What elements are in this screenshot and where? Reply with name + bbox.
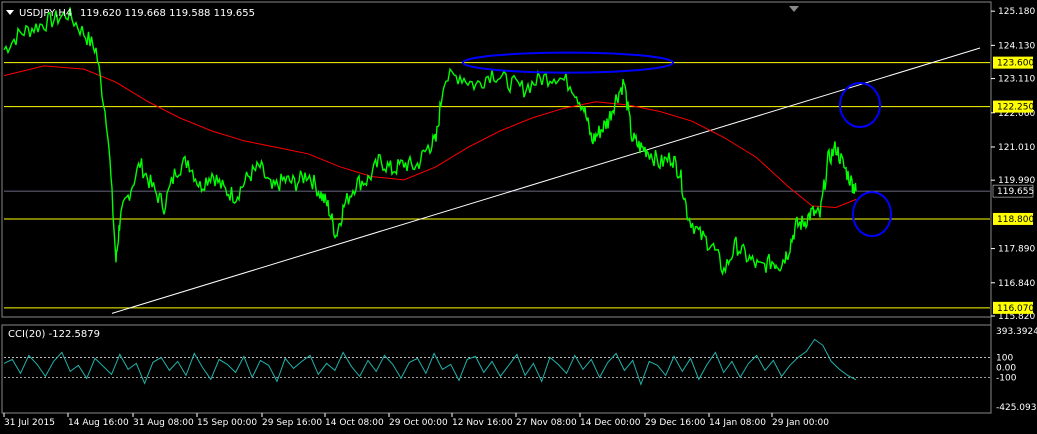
time-tick-label: 27 Nov 08:00 <box>516 418 577 428</box>
time-tick-label: 31 Aug 08:00 <box>133 418 194 428</box>
cci-tick-label: -100 <box>996 373 1017 383</box>
price-tick-label: 121.010 <box>998 143 1035 153</box>
price-level-badge-label: 119.655 <box>997 187 1034 197</box>
price-tick-label: 125.180 <box>998 7 1035 17</box>
ohlc-values: 119.620 119.668 119.588 119.655 <box>80 8 255 19</box>
price-tick-label: 117.890 <box>998 245 1035 255</box>
price-level-badge-label: 122.250 <box>997 103 1034 113</box>
ellipse-trendline-retest[interactable] <box>839 81 881 128</box>
time-tick-label: 29 Jan 00:00 <box>772 418 829 428</box>
cci-tick-label: 100 <box>996 353 1013 363</box>
price-level-badge-label: 123.600 <box>997 59 1034 69</box>
cci-tick-label: 393.3924 <box>996 327 1037 337</box>
time-tick-label: 15 Sep 00:00 <box>197 418 257 428</box>
triangle-down-icon[interactable] <box>6 10 14 15</box>
time-tick-label: 31 Jul 2015 <box>4 418 55 428</box>
cci-axis: 393.3924 1000.00-100 -425.0932 <box>996 327 1037 413</box>
time-tick-label: 14 Oct 08:00 <box>325 418 384 428</box>
price-tick-label: 123.110 <box>998 75 1035 85</box>
price-tick-label: 124.130 <box>998 41 1035 51</box>
time-axis: 31 Jul 2015 14 Aug 16:00 31 Aug 08:00 15 Se… <box>3 413 829 428</box>
time-tick-label: 14 Jan 08:00 <box>709 418 766 428</box>
cci-layer <box>3 338 990 386</box>
time-tick-label: 14 Dec 00:00 <box>580 418 641 428</box>
price-chart[interactable]: 125.180124.130123.110122.060121.010119.9… <box>0 0 1037 434</box>
moving-average-layer <box>3 65 857 209</box>
price-tick-label: 119.990 <box>998 176 1035 186</box>
chart-shift-marker-icon[interactable] <box>789 6 799 12</box>
time-tick-label: 12 Nov 16:00 <box>452 418 513 428</box>
moving-average-line[interactable] <box>3 65 857 209</box>
cci-header-label: CCI(20) -122.5879 <box>8 329 100 340</box>
time-tick-label: 29 Sep 16:00 <box>262 418 322 428</box>
header-group: USDJPY,H4 119.620 119.668 119.588 119.65… <box>6 6 799 19</box>
price-axis: 125.180124.130123.110122.060121.010119.9… <box>990 2 1035 413</box>
price-tick-label: 116.840 <box>998 279 1035 289</box>
time-tick-label: 29 Oct 00:00 <box>389 418 448 428</box>
time-tick-label: 14 Aug 16:00 <box>68 418 129 428</box>
cci-tick-label: 0.00 <box>996 363 1016 373</box>
time-tick-label: 29 Dec 16:00 <box>645 418 706 428</box>
price-level-badge-label: 118.800 <box>997 215 1034 225</box>
price-level-badge-label: 116.070 <box>997 304 1034 314</box>
ellipse-support-118.8[interactable] <box>852 191 892 238</box>
ellipse-annotations <box>462 51 892 238</box>
cci-tick-label: -425.0932 <box>996 403 1037 413</box>
chart-window: 125.180 124.130 123.110 122.060 121.010 119.9… <box>0 0 1037 434</box>
symbol-label: USDJPY,H4 <box>19 8 72 19</box>
